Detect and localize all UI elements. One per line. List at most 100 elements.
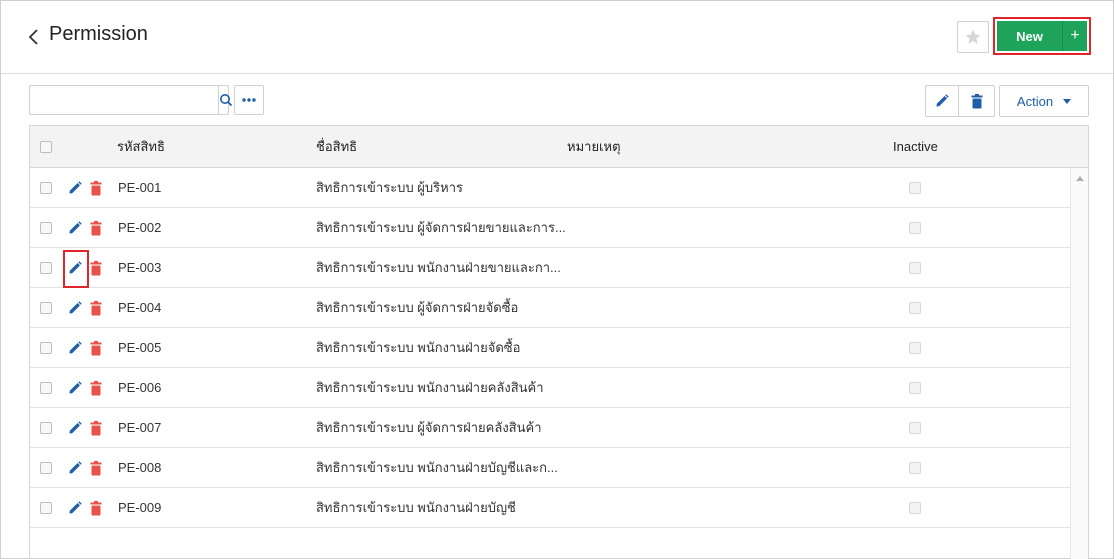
row-edit-button[interactable] bbox=[68, 420, 82, 436]
pencil-icon bbox=[69, 341, 82, 354]
vertical-scrollbar[interactable] bbox=[1070, 168, 1088, 559]
search-icon bbox=[220, 94, 233, 107]
row-inactive-cell bbox=[909, 208, 921, 247]
table-row[interactable]: PE-004 สิทธิการเข้าระบบ ผู้จัดการฝ่ายจัดซ… bbox=[30, 288, 1070, 328]
app-window: Permission New + Action รหัสสิทธิ ชื่อสิ… bbox=[0, 0, 1114, 559]
row-name: สิทธิการเข้าระบบ ผู้จัดการฝ่ายคลังสินค้า bbox=[316, 420, 542, 435]
row-edit-button[interactable] bbox=[68, 500, 82, 516]
trash-icon bbox=[90, 380, 102, 395]
row-inactive-checkbox bbox=[909, 381, 921, 394]
row-delete-button[interactable] bbox=[90, 460, 102, 476]
edit-highlight-box bbox=[63, 250, 89, 288]
row-code: PE-006 bbox=[118, 380, 162, 395]
row-name: สิทธิการเข้าระบบ ผู้จัดการฝ่ายขายและการ.… bbox=[316, 220, 566, 235]
caret-down-icon bbox=[1063, 98, 1072, 104]
pencil-icon bbox=[69, 421, 82, 434]
table-row[interactable]: PE-003 สิทธิการเข้าระบบ พนักงานฝ่ายขายและ… bbox=[30, 248, 1070, 288]
row-checkbox[interactable] bbox=[40, 221, 52, 234]
row-checkbox[interactable] bbox=[40, 501, 52, 514]
table-row[interactable]: PE-006 สิทธิการเข้าระบบ พนักงานฝ่ายคลังสิ… bbox=[30, 368, 1070, 408]
row-delete-button[interactable] bbox=[90, 180, 102, 196]
row-checkbox[interactable] bbox=[40, 341, 52, 354]
select-all-cell bbox=[40, 126, 52, 167]
row-inactive-checkbox bbox=[909, 421, 921, 434]
table-row[interactable]: PE-008 สิทธิการเข้าระบบ พนักงานฝ่ายบัญชีแ… bbox=[30, 448, 1070, 488]
row-inactive-cell bbox=[909, 368, 921, 407]
row-edit-button[interactable] bbox=[68, 300, 82, 316]
row-edit-button[interactable] bbox=[68, 340, 82, 356]
row-edit-button[interactable] bbox=[68, 220, 82, 236]
new-button[interactable]: New bbox=[997, 21, 1063, 51]
bulk-edit-button[interactable] bbox=[925, 85, 959, 117]
row-code: PE-005 bbox=[118, 340, 162, 355]
row-inactive-checkbox bbox=[909, 461, 921, 474]
pencil-icon bbox=[69, 461, 82, 474]
new-button-group: New + bbox=[993, 17, 1091, 55]
row-edit-button[interactable] bbox=[68, 380, 82, 396]
more-options-button[interactable] bbox=[234, 85, 264, 115]
search-input[interactable] bbox=[30, 86, 218, 114]
row-select-cell bbox=[40, 368, 52, 407]
row-code: PE-004 bbox=[118, 300, 162, 315]
row-name: สิทธิการเข้าระบบ ผู้บริหาร bbox=[316, 180, 464, 195]
table-row[interactable]: PE-007 สิทธิการเข้าระบบ ผู้จัดการฝ่ายคลัง… bbox=[30, 408, 1070, 448]
row-delete-button[interactable] bbox=[90, 220, 102, 236]
row-inactive-checkbox bbox=[909, 341, 921, 354]
row-delete-button[interactable] bbox=[90, 420, 102, 436]
row-checkbox[interactable] bbox=[40, 261, 52, 274]
row-delete-button[interactable] bbox=[90, 300, 102, 316]
pencil-icon bbox=[69, 381, 82, 394]
back-button[interactable] bbox=[25, 25, 43, 49]
action-label: Action bbox=[1016, 93, 1054, 109]
row-inactive-cell bbox=[909, 448, 921, 487]
row-code: PE-007 bbox=[118, 420, 162, 435]
table-row[interactable]: PE-009 สิทธิการเข้าระบบ พนักงานฝ่ายบัญชี bbox=[30, 488, 1070, 528]
column-header-name[interactable]: ชื่อสิทธิ bbox=[316, 126, 357, 167]
select-all-checkbox[interactable] bbox=[40, 140, 52, 153]
table-row[interactable]: PE-005 สิทธิการเข้าระบบ พนักงานฝ่ายจัดซื้… bbox=[30, 328, 1070, 368]
row-edit-button[interactable] bbox=[68, 180, 82, 196]
row-select-cell bbox=[40, 448, 52, 487]
row-inactive-checkbox bbox=[909, 221, 921, 234]
row-checkbox[interactable] bbox=[40, 381, 52, 394]
row-checkbox[interactable] bbox=[40, 301, 52, 314]
scroll-up-arrow-icon[interactable] bbox=[1076, 176, 1084, 181]
chevron-left-icon bbox=[28, 29, 38, 45]
search-box bbox=[29, 85, 233, 115]
row-code: PE-001 bbox=[118, 180, 162, 195]
row-name: สิทธิการเข้าระบบ พนักงานฝ่ายบัญชีและก... bbox=[316, 460, 558, 475]
row-checkbox[interactable] bbox=[40, 181, 52, 194]
table-row[interactable]: PE-002 สิทธิการเข้าระบบ ผู้จัดการฝ่ายขายแ… bbox=[30, 208, 1070, 248]
ellipsis-icon bbox=[242, 98, 256, 102]
row-delete-button[interactable] bbox=[90, 380, 102, 396]
row-checkbox[interactable] bbox=[40, 421, 52, 434]
row-inactive-checkbox bbox=[909, 501, 921, 514]
bulk-delete-button[interactable] bbox=[958, 85, 995, 117]
permission-table: รหัสสิทธิ ชื่อสิทธิ หมายเหตุ Inactive PE… bbox=[29, 125, 1089, 559]
column-header-code[interactable]: รหัสสิทธิ bbox=[117, 126, 165, 167]
row-inactive-cell bbox=[909, 168, 921, 207]
row-name: สิทธิการเข้าระบบ พนักงานฝ่ายจัดซื้อ bbox=[316, 340, 521, 355]
row-select-cell bbox=[40, 288, 52, 327]
row-inactive-cell bbox=[909, 248, 921, 287]
row-delete-button[interactable] bbox=[90, 500, 102, 516]
row-name: สิทธิการเข้าระบบ พนักงานฝ่ายขายและกา... bbox=[316, 260, 561, 275]
favorite-button[interactable] bbox=[957, 21, 989, 53]
pencil-icon bbox=[69, 221, 82, 234]
row-name: สิทธิการเข้าระบบ พนักงานฝ่ายบัญชี bbox=[316, 500, 516, 515]
trash-icon bbox=[971, 93, 982, 108]
search-button[interactable] bbox=[218, 86, 233, 114]
row-delete-button[interactable] bbox=[90, 340, 102, 356]
row-checkbox[interactable] bbox=[40, 461, 52, 474]
star-icon bbox=[965, 29, 981, 44]
column-header-remark[interactable]: หมายเหตุ bbox=[567, 126, 621, 167]
table-row[interactable]: PE-001 สิทธิการเข้าระบบ ผู้บริหาร bbox=[30, 168, 1070, 208]
action-dropdown-button[interactable]: Action bbox=[999, 85, 1089, 117]
row-edit-button[interactable] bbox=[68, 460, 82, 476]
new-dropdown-plus-button[interactable]: + bbox=[1063, 21, 1087, 51]
row-select-cell bbox=[40, 488, 52, 527]
row-delete-button[interactable] bbox=[90, 260, 102, 276]
row-code: PE-002 bbox=[118, 220, 162, 235]
row-inactive-cell bbox=[909, 408, 921, 447]
column-header-inactive[interactable]: Inactive bbox=[893, 126, 938, 167]
